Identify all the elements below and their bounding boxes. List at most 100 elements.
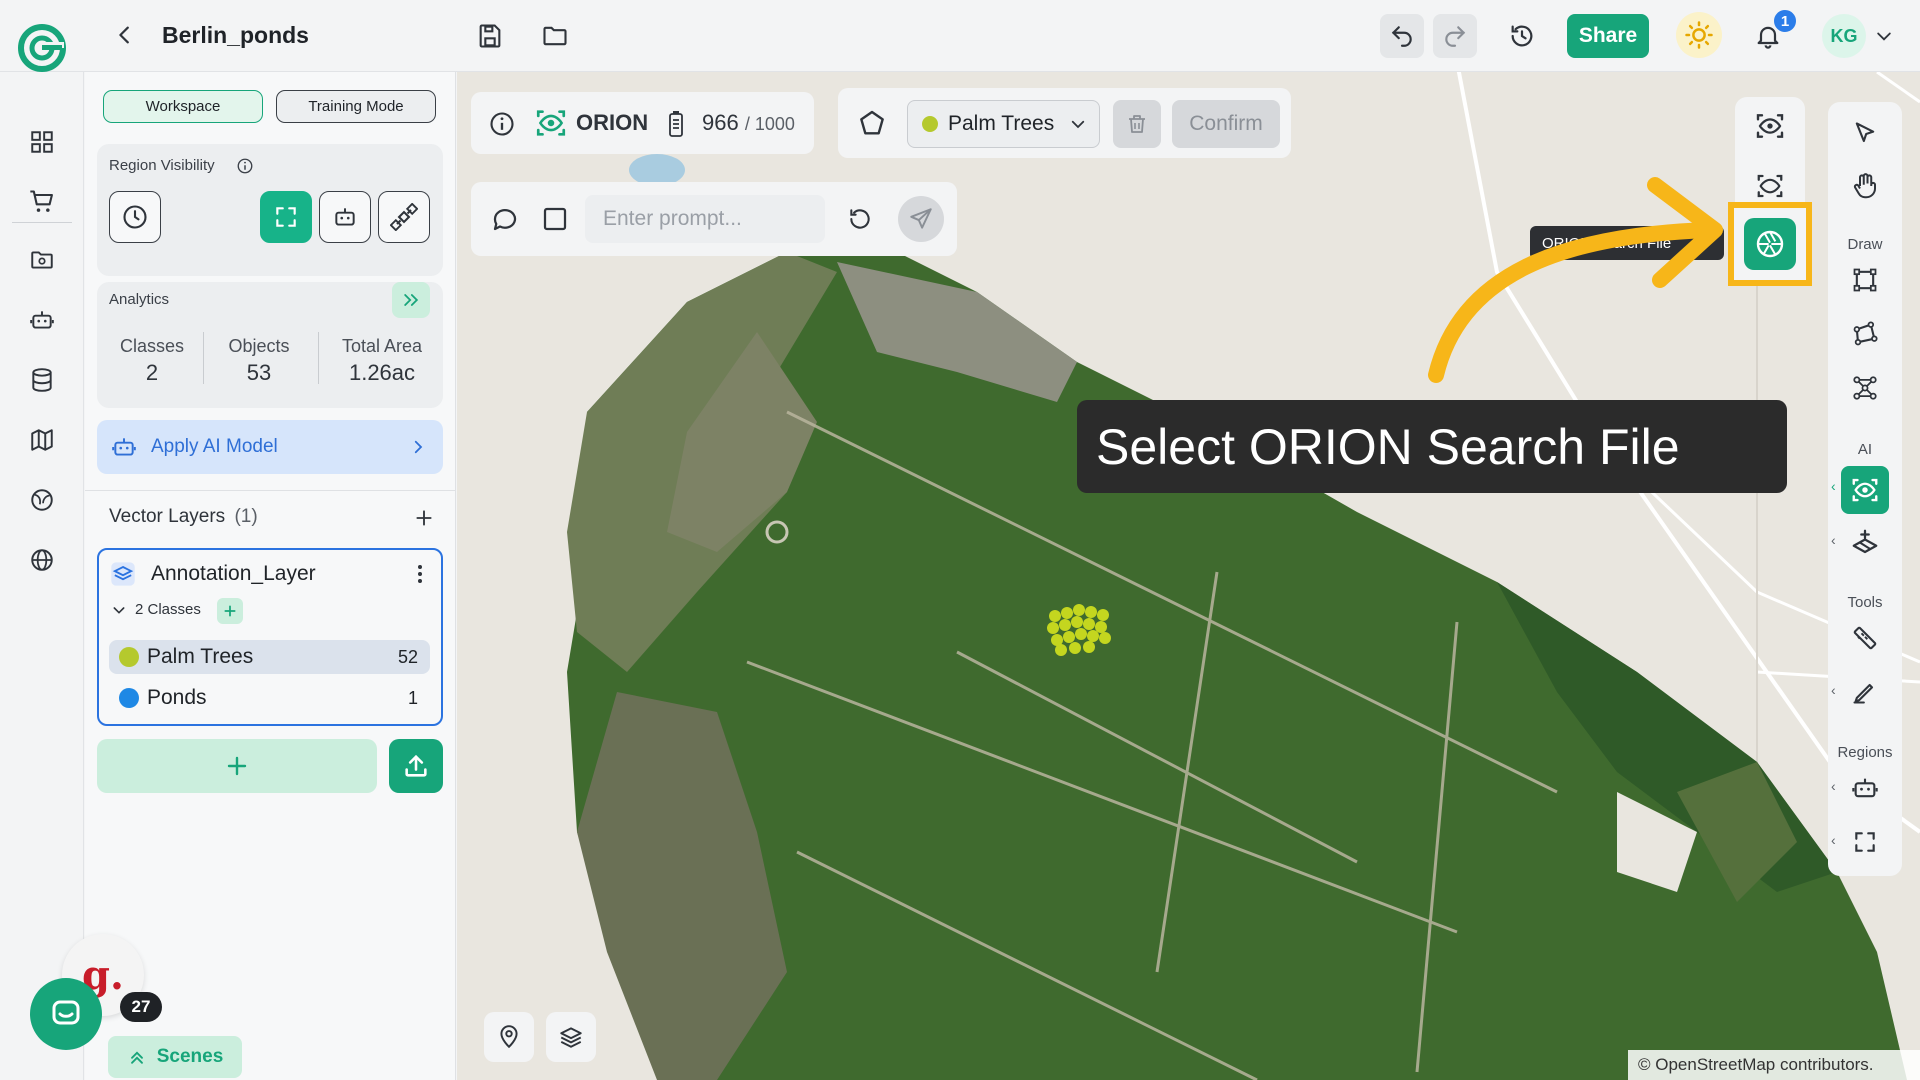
- map-icon[interactable]: [22, 420, 62, 460]
- class-row-ponds[interactable]: Ponds 1: [109, 681, 430, 715]
- training-mode-tab[interactable]: Training Mode: [276, 90, 436, 123]
- expand-chevron-left-icon[interactable]: ‹: [1831, 532, 1836, 548]
- ai-segment-button[interactable]: [1845, 522, 1885, 562]
- app-logo-icon[interactable]: [16, 22, 68, 74]
- plus-icon: [416, 510, 432, 526]
- scenes-button[interactable]: Scenes: [108, 1036, 242, 1078]
- open-folder-button[interactable]: [533, 14, 577, 58]
- hand-icon: [1853, 173, 1876, 199]
- battery-credits-icon: [664, 110, 688, 138]
- classes-value: 2: [145, 360, 159, 385]
- class-count: 52: [397, 646, 418, 667]
- region-robot-tool-button[interactable]: [1845, 768, 1885, 808]
- tutorial-arrow-icon: [1420, 175, 1730, 395]
- expand-chevron-left-icon[interactable]: ‹: [1831, 832, 1836, 848]
- share-button[interactable]: Share: [1567, 14, 1649, 58]
- eye-scan-icon: [1852, 478, 1878, 502]
- satellite-globe-icon[interactable]: [22, 480, 62, 520]
- back-button[interactable]: [108, 18, 142, 52]
- orion-scan-button[interactable]: [1750, 106, 1790, 146]
- vector-layers-title: Vector Layers (1): [109, 506, 258, 527]
- analytics-expand-button[interactable]: [392, 282, 430, 318]
- class-count: 1: [407, 687, 418, 708]
- draw-vertex-button[interactable]: [1845, 368, 1885, 408]
- locate-button[interactable]: [484, 1012, 534, 1062]
- cart-icon[interactable]: [22, 182, 62, 222]
- box-prompt-button[interactable]: [535, 199, 575, 239]
- layer-menu-icon[interactable]: [413, 562, 427, 586]
- upload-button[interactable]: [389, 739, 443, 793]
- orion-eye-button[interactable]: [1750, 166, 1790, 206]
- layers-stack-icon: [109, 560, 137, 588]
- sun-icon: [1685, 21, 1713, 49]
- workspace-tab[interactable]: Workspace: [103, 90, 263, 123]
- account-chevron-down-icon[interactable]: [1874, 26, 1894, 46]
- draw-polygon-button[interactable]: [1845, 314, 1885, 354]
- region-fullscreen-button[interactable]: [260, 191, 312, 243]
- save-button[interactable]: [468, 14, 512, 58]
- polygon-vertices-icon: [1853, 321, 1878, 346]
- add-class-button[interactable]: [217, 598, 243, 624]
- delete-button[interactable]: [1113, 100, 1161, 148]
- polygon-tool-button[interactable]: [852, 104, 892, 144]
- globe-icon[interactable]: [22, 540, 62, 580]
- annotation-layer-card[interactable]: Annotation_Layer 2 Classes Palm Trees 52…: [97, 548, 443, 726]
- orion-search-file-button[interactable]: [1744, 218, 1796, 270]
- region-drone-button[interactable]: [378, 191, 430, 243]
- drone-icon: [390, 203, 418, 231]
- region-fullscreen-tool-button[interactable]: [1845, 822, 1885, 862]
- basemap-layers-button[interactable]: [546, 1012, 596, 1062]
- reset-prompt-button[interactable]: [840, 199, 880, 239]
- upload-icon: [405, 754, 427, 777]
- class-row-palm-trees[interactable]: Palm Trees 52: [109, 640, 430, 674]
- bounding-box-icon: [1853, 268, 1877, 292]
- pointer-icon: [1855, 122, 1875, 143]
- apply-ai-model-button[interactable]: Apply AI Model: [97, 420, 443, 474]
- database-icon[interactable]: [22, 360, 62, 400]
- regions-section-title: Regions: [1837, 744, 1893, 761]
- help-chat-button[interactable]: [30, 978, 102, 1050]
- info-icon[interactable]: [488, 110, 516, 138]
- annotate-pen-button[interactable]: [1845, 672, 1885, 712]
- send-prompt-button[interactable]: [898, 196, 944, 242]
- region-robot-button[interactable]: [319, 191, 371, 243]
- selected-class-label: Palm Trees: [948, 112, 1055, 135]
- robot-icon[interactable]: [22, 300, 62, 340]
- theme-toggle-button[interactable]: [1676, 12, 1722, 58]
- class-color-dot: [922, 116, 938, 132]
- chat-prompt-button[interactable]: [485, 199, 525, 239]
- expand-chevron-left-icon[interactable]: ‹: [1831, 778, 1836, 794]
- region-timeline-button[interactable]: [109, 191, 161, 243]
- draw-rectangle-button[interactable]: [1845, 260, 1885, 300]
- history-button[interactable]: [1500, 14, 1544, 58]
- confirm-button[interactable]: Confirm: [1172, 100, 1280, 148]
- add-annotation-layer-button[interactable]: [97, 739, 377, 793]
- dashboard-icon[interactable]: [22, 122, 62, 162]
- orion-eye-scan-icon: [534, 106, 568, 140]
- info-icon[interactable]: [236, 157, 254, 175]
- project-folder-icon[interactable]: [22, 240, 62, 280]
- undo-button[interactable]: [1380, 14, 1424, 58]
- eye-scan-icon: [1756, 114, 1784, 138]
- magic-segment-icon: [1852, 529, 1878, 554]
- redo-button[interactable]: [1433, 14, 1477, 58]
- add-layer-button[interactable]: [410, 504, 438, 532]
- select-pointer-button[interactable]: [1845, 114, 1885, 154]
- objects-value: 53: [246, 360, 272, 385]
- prompt-input[interactable]: Enter prompt...: [585, 195, 825, 243]
- tools-section-title: Tools: [1847, 594, 1883, 611]
- expand-chevron-left-icon[interactable]: ‹: [1831, 478, 1836, 494]
- chat-bubble-icon: [493, 209, 517, 231]
- scenes-label: Scenes: [156, 1046, 224, 1067]
- class-color-dot: [119, 688, 139, 708]
- collapse-chevron-down-icon[interactable]: [111, 602, 127, 618]
- pan-hand-button[interactable]: [1845, 166, 1885, 206]
- send-icon: [910, 208, 932, 229]
- map-attribution[interactable]: © OpenStreetMap contributors.: [1628, 1050, 1920, 1080]
- user-avatar[interactable]: KG: [1822, 14, 1866, 58]
- expand-chevron-left-icon[interactable]: ‹: [1831, 682, 1836, 698]
- class-selector-dropdown[interactable]: Palm Trees: [907, 100, 1100, 148]
- ai-orion-button[interactable]: [1841, 466, 1889, 514]
- save-icon: [479, 24, 501, 48]
- measure-ruler-button[interactable]: [1845, 618, 1885, 658]
